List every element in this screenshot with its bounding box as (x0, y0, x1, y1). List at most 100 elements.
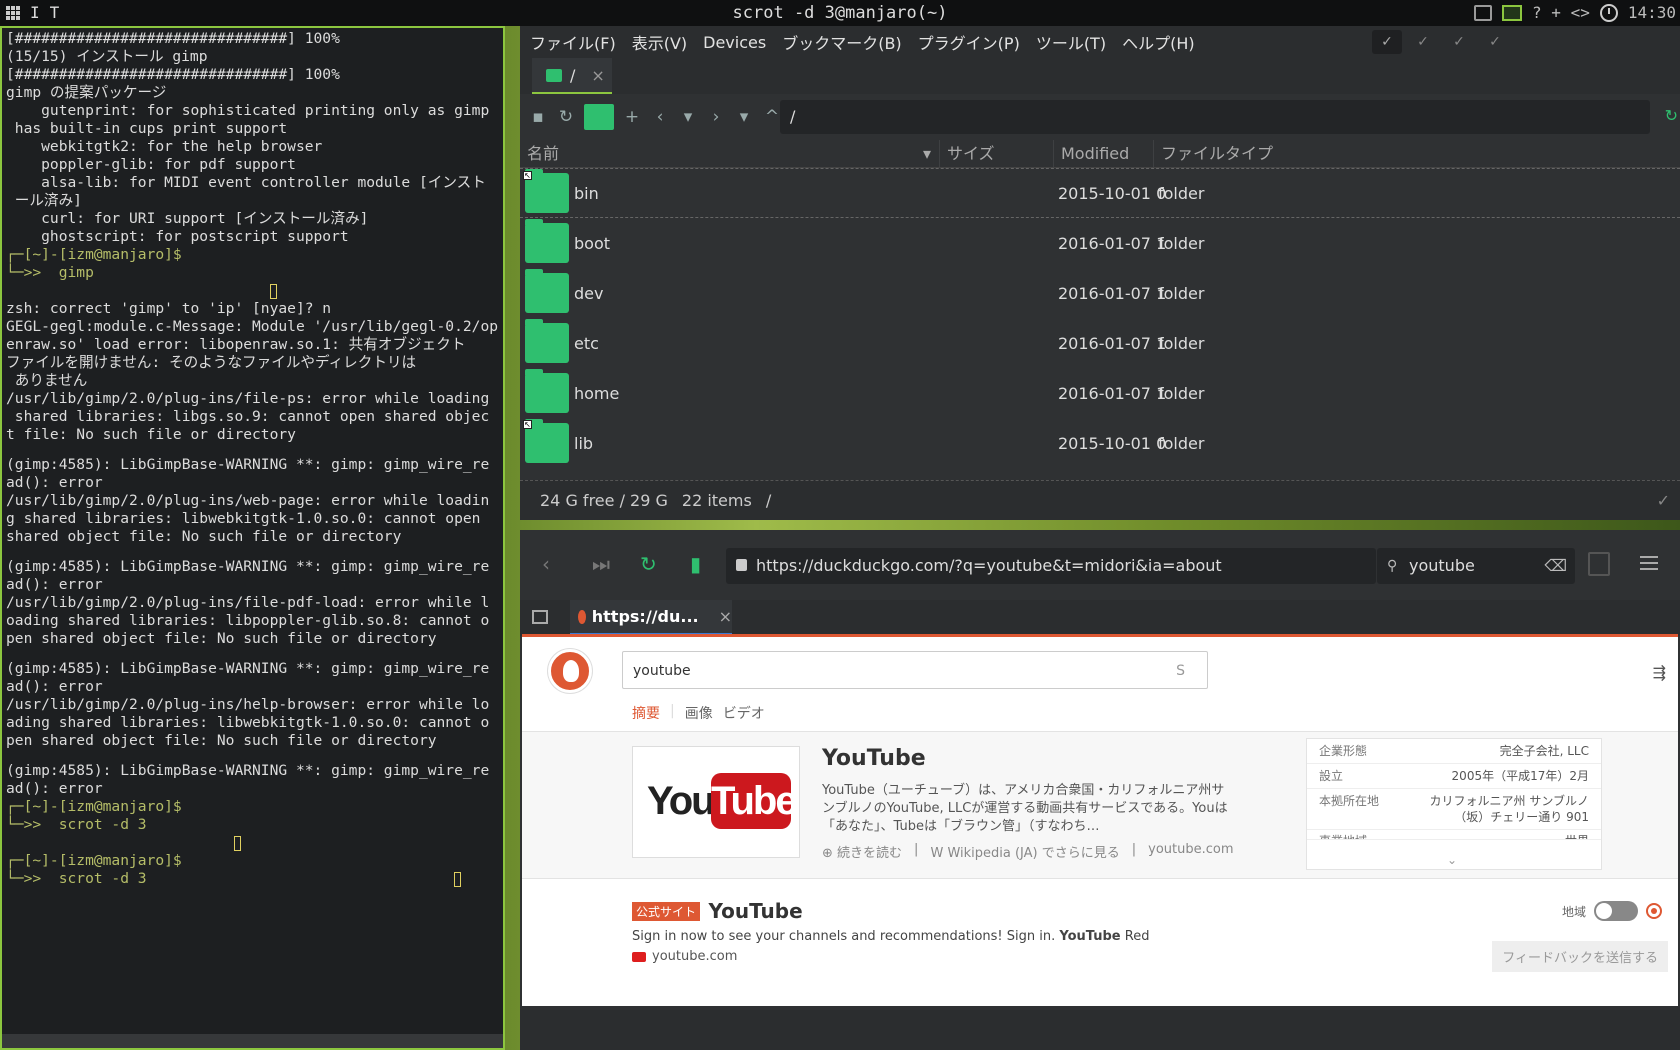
read-more-label: 続きを読む (837, 846, 903, 861)
info-row: 設立 2005年（平成17年）2月 (1307, 764, 1601, 789)
home-drive-icon[interactable]: ▪ (528, 107, 548, 127)
tab-close-icon[interactable]: × (591, 66, 604, 85)
check-icon[interactable]: ✓ (1372, 30, 1402, 54)
terminal-scrollbar[interactable] (2, 1034, 503, 1048)
check-icon[interactable]: ✓ (1657, 491, 1670, 510)
terminal-line: g shared libraries: libwebkitgtk-1.0.so.… (6, 510, 499, 528)
menu-devices[interactable]: Devices (703, 33, 766, 52)
terminal-line-text: shared object file: No such file or dire… (6, 528, 402, 545)
terminal-line: [###############################] 100% (6, 66, 499, 84)
terminal-line-text: poppler-glib: for pdf support (6, 156, 296, 173)
tab-label: / (570, 65, 576, 85)
window-icon[interactable] (1474, 5, 1493, 21)
file-row[interactable]: boot 2016-01-07 1 folder (520, 218, 1680, 268)
up-icon[interactable]: ^ (762, 107, 782, 127)
terminal-line-text: t file: No such file or directory (6, 426, 296, 443)
file-row[interactable]: ↖ lib 2015-10-01 0 folder (520, 418, 1680, 468)
menu-icon[interactable] (1640, 556, 1658, 570)
next-icon[interactable]: ⏭ (592, 552, 610, 576)
info-row: 企業形態 完全子会社, LLC (1307, 739, 1601, 764)
read-more-link[interactable]: ⊕ 続きを読む (822, 842, 902, 861)
panel-symbols[interactable]: ? + <> (1532, 0, 1590, 26)
col-modified[interactable]: Modified (1054, 140, 1154, 167)
tab-root[interactable]: / × (532, 58, 612, 94)
reload-icon[interactable]: ↻ (640, 552, 657, 576)
result-tabs: 摘要 | 画像 ビデオ (632, 703, 765, 723)
page-menu-icon[interactable]: ⇶ (1653, 663, 1666, 682)
result-url[interactable]: youtube.com (632, 949, 737, 964)
menu-plugins[interactable]: プラグイン(P) (918, 30, 1020, 54)
region-radio[interactable] (1646, 903, 1662, 919)
file-row[interactable]: dev 2016-01-07 1 folder (520, 268, 1680, 318)
back-icon[interactable]: ‹ (542, 552, 550, 576)
tab-images[interactable]: 画像 (685, 703, 713, 723)
file-modified: 2015-10-01 0 (1058, 433, 1167, 453)
check-icon[interactable]: ✓ (1444, 30, 1474, 54)
menu-view[interactable]: 表示(V) (632, 30, 687, 54)
duckduckgo-logo[interactable] (548, 649, 592, 693)
go-icon[interactable]: ↻ (1665, 106, 1678, 125)
file-row[interactable]: etc 2016-01-07 1 folder (520, 318, 1680, 368)
path-input[interactable]: / (780, 100, 1650, 134)
reload-icon[interactable]: ↻ (556, 107, 576, 127)
terminal-line: oading shared libraries: libpoppler-glib… (6, 612, 499, 630)
menu-help[interactable]: ヘルプ(H) (1122, 30, 1195, 54)
tab-separator: | (670, 703, 675, 719)
menu-bookmarks[interactable]: ブックマーク(B) (782, 30, 901, 54)
col-size[interactable]: サイズ (940, 140, 1054, 167)
check-icon[interactable]: ✓ (1480, 30, 1510, 54)
top-panel: I T scrot -d 3@manjaro(~) ? + <> 14:30 (0, 0, 1680, 26)
terminal-line-text (6, 834, 234, 851)
separator: | (914, 842, 919, 857)
info-row: 本拠所在地 カリフォルニア州 サンブルノ（坂）チェリー通り 901 (1307, 789, 1601, 830)
browser-status-bar (520, 1010, 1680, 1050)
bookmark-icon[interactable]: ▮ (690, 552, 701, 576)
trash-icon[interactable] (1588, 552, 1610, 576)
forward-icon[interactable]: › (706, 107, 726, 127)
answer-title[interactable]: YouTube (822, 746, 926, 771)
terminal-line: ┌─[~]-[izm@manjaro]$ (6, 852, 499, 870)
chevron-down-icon[interactable]: ⌄ (1447, 853, 1457, 867)
clear-icon[interactable]: ⌫ (1544, 548, 1567, 584)
col-name[interactable]: 名前 ▾ (520, 140, 940, 167)
youtube-logo[interactable]: You Tube (632, 746, 800, 858)
tab-summary[interactable]: 摘要 (632, 703, 660, 723)
check-icon[interactable]: ✓ (1408, 30, 1438, 54)
terminal-line-text: [###############################] 100% (6, 66, 340, 83)
menu-tools[interactable]: ツール(T) (1036, 30, 1106, 54)
wikipedia-link[interactable]: W Wikipedia (JA) でさらに見る (930, 842, 1119, 861)
col-name-label: 名前 (527, 144, 560, 163)
search-result: 公式サイト YouTube Sign in now to see your ch… (632, 899, 1149, 964)
clock-time: 14:30 (1627, 3, 1676, 22)
tab-close-icon[interactable]: × (719, 607, 732, 626)
tab-duckduckgo[interactable]: https://du... × (570, 600, 732, 636)
info-key: 企業形態 (1319, 744, 1368, 758)
menu-file[interactable]: ファイル(F) (530, 30, 616, 54)
query-input[interactable]: youtube S (622, 651, 1208, 689)
feedback-button[interactable]: フィードバックを送信する (1492, 941, 1668, 972)
search-button-icon[interactable]: S (1176, 652, 1185, 690)
file-row[interactable]: home 2016-01-07 1 folder (520, 368, 1680, 418)
monitor-icon[interactable] (1502, 5, 1523, 21)
back-icon[interactable]: ‹ (650, 107, 670, 127)
region-toggle[interactable] (1594, 901, 1638, 921)
file-row[interactable]: ↖ bin 2015-10-01 0 folder (520, 168, 1680, 218)
url-bar[interactable]: https://duckduckgo.com/?q=youtube&t=mido… (726, 548, 1376, 584)
col-type[interactable]: ファイルタイプ (1154, 140, 1680, 167)
new-tab-icon[interactable] (532, 610, 548, 624)
search-input[interactable]: ⚲ youtube ⌫ (1377, 548, 1575, 584)
terminal-line: └─>> gimp (6, 264, 499, 282)
answer-description: YouTube（ユーチューブ）は、アメリカ合衆国・カリフォルニア州サンブルノのY… (822, 783, 1228, 834)
forward-history-icon[interactable]: ▾ (734, 107, 754, 127)
result-title[interactable]: YouTube (708, 899, 802, 923)
site-link[interactable]: youtube.com (1148, 842, 1233, 861)
new-folder-icon[interactable] (584, 104, 614, 130)
terminal-window[interactable]: [###############################] 100% (1… (0, 26, 505, 1050)
add-tab-icon[interactable]: + (622, 107, 642, 127)
terminal-line: (gimp:4585): LibGimpBase-WARNING **: gim… (6, 762, 499, 780)
tab-videos[interactable]: ビデオ (723, 703, 765, 723)
region-control: 地域 (1562, 901, 1662, 921)
snippet-text: Sign in now to see your channels and rec… (632, 929, 1060, 944)
tab-title: https://du... (591, 607, 699, 626)
back-history-icon[interactable]: ▾ (678, 107, 698, 127)
